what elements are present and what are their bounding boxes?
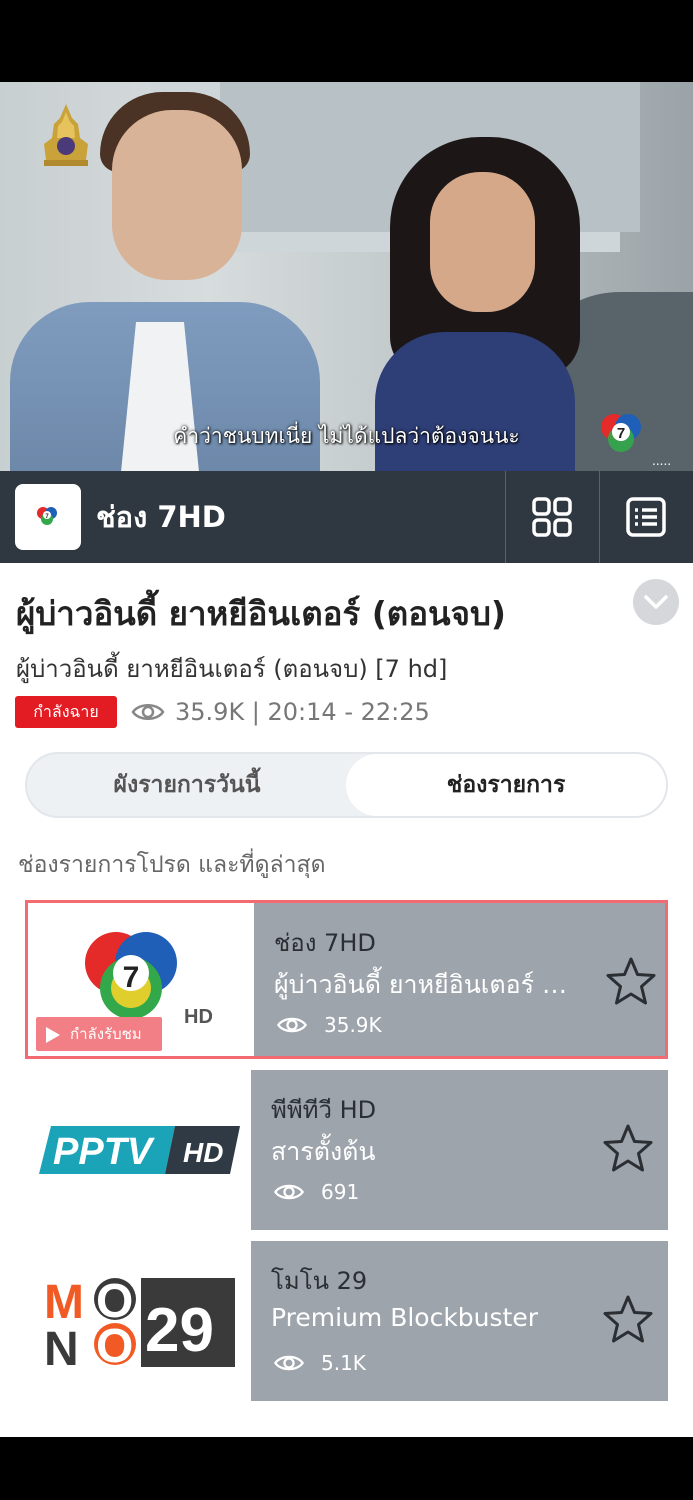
svg-text:O: O [96,1320,133,1373]
svg-text:29: 29 [145,1296,214,1365]
eye-icon [273,1184,305,1200]
pptv-hd-logo: PPTV HD [25,1070,251,1230]
grid-icon [532,497,572,537]
program-title: ผู้บ่าวอินดี้ ยาหยีอินเตอร์ (ตอนจบ) [16,594,506,633]
svg-text:N: N [44,1323,79,1376]
collapse-button[interactable] [633,579,679,625]
system-nav-bar [0,1437,693,1500]
section-title: ช่องรายการโปรด และที่ดูล่าสุด [18,852,326,878]
tab-today-schedule[interactable]: ผังรายการวันนี้ [27,754,347,816]
video-subtitle: คำว่าชนบทเนี่ย ไม่ได้แปลว่าต้องจนนะ [173,424,520,448]
card-channel-name: โมโน 29 [271,1267,368,1295]
video-player[interactable]: คำว่าชนบทเนี่ย ไม่ได้แปลว่าต้องจนนะ 7 ..… [0,82,693,471]
card-channel-name: ช่อง 7HD [274,929,376,957]
svg-text:M: M [44,1276,84,1329]
tab-switcher: ผังรายการวันนี้ ช่องรายการ [25,752,668,818]
channel-logo[interactable]: 7 [15,484,81,550]
channel-card[interactable]: 7 HD กำลังรับชม ช่อง 7HD ผู้บ่าวอินดี้ ย… [25,900,668,1059]
schedule-list-button[interactable] [599,471,692,563]
svg-text:HD: HD [184,1006,213,1028]
chevron-down-icon [644,595,668,609]
svg-text:7: 7 [123,961,140,994]
star-icon[interactable] [601,1122,655,1176]
star-icon[interactable] [601,1293,655,1347]
live-badge: กำลังฉาย [15,696,117,728]
ch7-hd-logo: 7 HD กำลังรับชม [28,903,254,1056]
program-subtitle: ผู้บ่าวอินดี้ ยาหยีอินเตอร์ (ตอนจบ) [7 h… [16,655,448,683]
card-views: 35.9K [276,1013,382,1037]
svg-text:HD: HD [183,1137,223,1168]
royal-emblem-icon [44,104,88,166]
mono29-logo: M O N O 29 [25,1241,251,1401]
card-program: สารตั้งต้น [271,1137,376,1166]
list-icon [626,497,666,537]
eye-icon [131,704,165,720]
star-icon[interactable] [604,955,658,1009]
card-views: 691 [273,1180,359,1204]
svg-text:PPTV: PPTV [53,1131,155,1173]
eye-icon [276,1017,308,1033]
tab-channels[interactable]: ช่องรายการ [346,754,666,816]
program-stats: 35.9K | 20:14 - 22:25 [131,693,430,731]
card-views: 5.1K [273,1351,366,1375]
channel-bar: 7 ช่อง 7HD [0,471,693,563]
ch7-logo-icon: 7 [37,507,57,525]
ch7-watermark-icon: 7 [601,414,641,452]
grid-view-button[interactable] [505,471,598,563]
viewers-and-time: 35.9K | 20:14 - 22:25 [175,698,430,726]
channel-card[interactable]: PPTV HD พีพีทีวี HD สารตั้งต้น 691 [25,1070,668,1230]
svg-text:7: 7 [617,425,625,442]
channel-card[interactable]: M O N O 29 โมโน 29 Premium Blockbuster 5… [25,1241,668,1401]
card-channel-name: พีพีทีวี HD [271,1096,377,1124]
play-icon [46,1027,60,1043]
card-program: Premium Blockbuster [271,1303,539,1332]
watermark-dots: ..... [652,454,672,468]
channel-title: ช่อง 7HD [96,500,226,534]
card-program: ผู้บ่าวอินดี้ ยาหยีอินเตอร์ (ตอนจบ) [274,970,574,999]
status-bar [0,0,693,82]
content-area: ผู้บ่าวอินดี้ ยาหยีอินเตอร์ (ตอนจบ) ผู้บ… [0,563,693,1437]
eye-icon [273,1355,305,1371]
now-watching-badge: กำลังรับชม [36,1017,162,1051]
